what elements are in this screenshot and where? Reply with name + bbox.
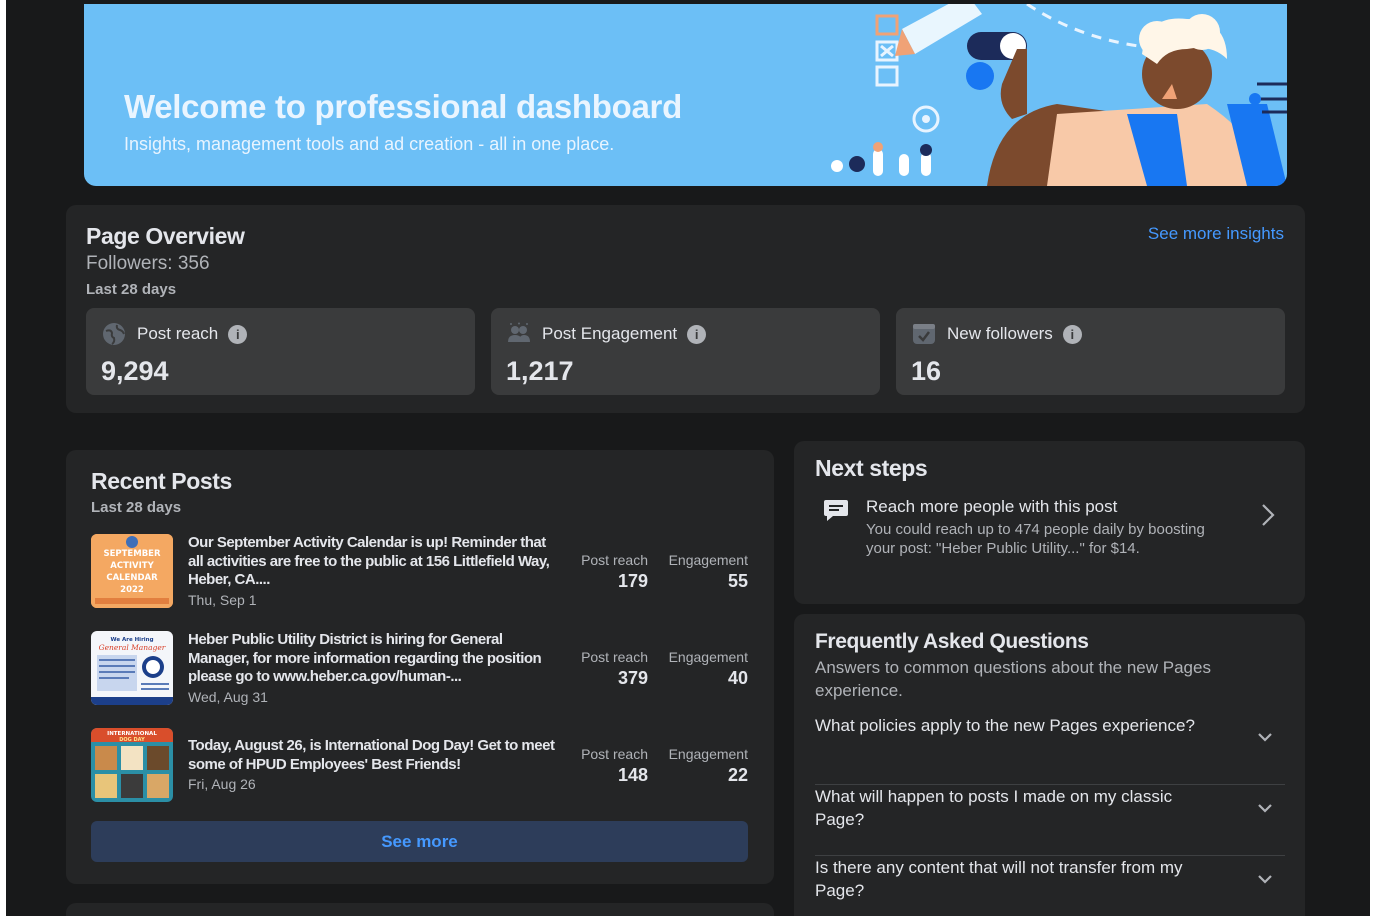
- speech-bubble-icon: [823, 499, 849, 528]
- metric-value: 379: [617, 668, 648, 688]
- post-text: Our September Activity Calendar is up! R…: [188, 534, 550, 588]
- metric-label: Engagement: [668, 649, 748, 665]
- faq-item[interactable]: What will happen to posts I made on my c…: [815, 785, 1285, 856]
- thumb-line-1: SEPTEMBER: [103, 549, 161, 559]
- thumb-line-3: CALENDAR: [106, 573, 158, 583]
- metric-label: Engagement: [668, 746, 748, 762]
- suggestion-title: Reach more people with this post: [866, 497, 1118, 516]
- post-content: Heber Public Utility District is hiring …: [188, 631, 560, 706]
- next-steps-title: Next steps: [815, 455, 928, 481]
- post-engagement-metric: Engagement 22: [658, 746, 748, 786]
- metric-value: 55: [727, 571, 748, 591]
- checkbox-icon: [911, 321, 937, 347]
- banner-title: Welcome to professional dashboard: [124, 88, 682, 125]
- stat-value: 9,294: [101, 356, 169, 386]
- stat-label: New followers: [947, 324, 1053, 343]
- metric-value: 22: [727, 765, 748, 785]
- recent-posts-period: Last 28 days: [91, 499, 182, 516]
- thumb-line-2: ACTIVITY: [110, 561, 154, 571]
- see-more-insights-link[interactable]: See more insights: [1148, 224, 1284, 244]
- welcome-banner: Welcome to professional dashboard Insigh…: [84, 4, 1287, 186]
- followers-count: Followers: 356: [86, 253, 210, 274]
- next-steps-card: Next steps Reach more people with this p…: [794, 441, 1305, 604]
- faq-card: Frequently Asked Questions Answers to co…: [794, 614, 1305, 916]
- thumb-line-2: General Manager: [99, 643, 166, 652]
- chevron-down-icon: [1257, 871, 1273, 889]
- suggestion-description: You could reach up to 474 people daily b…: [866, 521, 1205, 557]
- info-icon[interactable]: i: [228, 324, 248, 344]
- post-reach-metric: Post reach 179: [578, 552, 648, 592]
- stat-post-engagement[interactable]: Post Engagement i 1,217: [491, 308, 880, 395]
- faq-question: What will happen to posts I made on my c…: [815, 787, 1173, 829]
- faq-item[interactable]: Is there any content that will not trans…: [815, 856, 1285, 916]
- stat-value: 1,217: [506, 356, 574, 386]
- post-thumbnail[interactable]: SEPTEMBER ACTIVITY CALENDAR 2022: [91, 534, 173, 608]
- metric-value: 179: [617, 571, 648, 591]
- metric-label: Post reach: [581, 746, 648, 762]
- faq-item[interactable]: What policies apply to the new Pages exp…: [815, 714, 1285, 785]
- faq-subtitle: Answers to common questions about the ne…: [815, 658, 1211, 700]
- app-window: Welcome to professional dashboard Insigh…: [6, 0, 1370, 916]
- stat-label: Post Engagement: [542, 324, 678, 343]
- banner-subtitle: Insights, management tools and ad creati…: [124, 134, 615, 154]
- info-icon[interactable]: i: [1062, 324, 1082, 344]
- overview-title: Page Overview: [86, 223, 245, 249]
- recent-posts-title: Recent Posts: [91, 468, 232, 494]
- faq-question: Is there any content that will not trans…: [815, 858, 1183, 900]
- page-overview-card: Page Overview Followers: 356 Last 28 day…: [66, 205, 1305, 413]
- post-date: Wed, Aug 31: [188, 688, 268, 705]
- post-reach-metric: Post reach 148: [578, 746, 648, 786]
- info-icon[interactable]: i: [687, 324, 707, 344]
- metric-label: Post reach: [581, 552, 648, 568]
- post-thumbnail[interactable]: We Are Hiring General Manager: [91, 631, 173, 705]
- stat-post-reach[interactable]: Post reach i 9,294: [86, 308, 475, 395]
- stat-label: Post reach: [137, 324, 219, 343]
- globe-icon: [101, 321, 127, 347]
- stat-value: 16: [911, 356, 942, 386]
- post-content: Our September Activity Calendar is up! R…: [188, 534, 560, 609]
- post-row[interactable]: We Are Hiring General Manager Heber Publ…: [91, 631, 748, 707]
- stat-new-followers[interactable]: New followers i 16: [896, 308, 1285, 395]
- recent-posts-card: Recent Posts Last 28 days SEPTEMBER ACTI…: [66, 450, 774, 884]
- chevron-down-icon: [1257, 729, 1273, 747]
- metric-label: Post reach: [581, 649, 648, 665]
- banner-illustration: [831, 4, 1287, 186]
- chevron-down-icon: [1257, 800, 1273, 818]
- post-content: Today, August 26, is International Dog D…: [188, 737, 560, 794]
- post-reach-metric: Post reach 379: [578, 649, 648, 689]
- boost-post-suggestion[interactable]: Reach more people with this post You cou…: [815, 497, 1285, 577]
- post-date: Fri, Aug 26: [188, 776, 256, 792]
- metric-label: Engagement: [668, 552, 748, 568]
- post-thumbnail[interactable]: INTERNATIONAL DOG DAY: [91, 728, 173, 802]
- overview-period: Last 28 days: [86, 281, 177, 298]
- chevron-right-icon: [1261, 503, 1275, 532]
- post-row[interactable]: SEPTEMBER ACTIVITY CALENDAR 2022 Our Sep…: [91, 534, 748, 610]
- faq-question: What policies apply to the new Pages exp…: [815, 716, 1195, 735]
- faq-title: Frequently Asked Questions: [815, 630, 1089, 653]
- post-engagement-metric: Engagement 40: [658, 649, 748, 689]
- post-text: Today, August 26, is International Dog D…: [188, 737, 555, 773]
- next-card-partial: [66, 903, 774, 916]
- post-engagement-metric: Engagement 55: [658, 552, 748, 592]
- people-icon: [506, 321, 532, 347]
- see-more-posts-button[interactable]: See more: [91, 821, 748, 862]
- metric-value: 40: [727, 668, 748, 688]
- post-text: Heber Public Utility District is hiring …: [188, 631, 542, 685]
- thumb-line-2: DOG DAY: [119, 737, 145, 743]
- post-date: Thu, Sep 1: [188, 591, 257, 608]
- post-row[interactable]: INTERNATIONAL DOG DAY Today, August 26, …: [91, 728, 748, 804]
- thumb-line-4: 2022: [120, 585, 144, 595]
- metric-value: 148: [617, 765, 648, 785]
